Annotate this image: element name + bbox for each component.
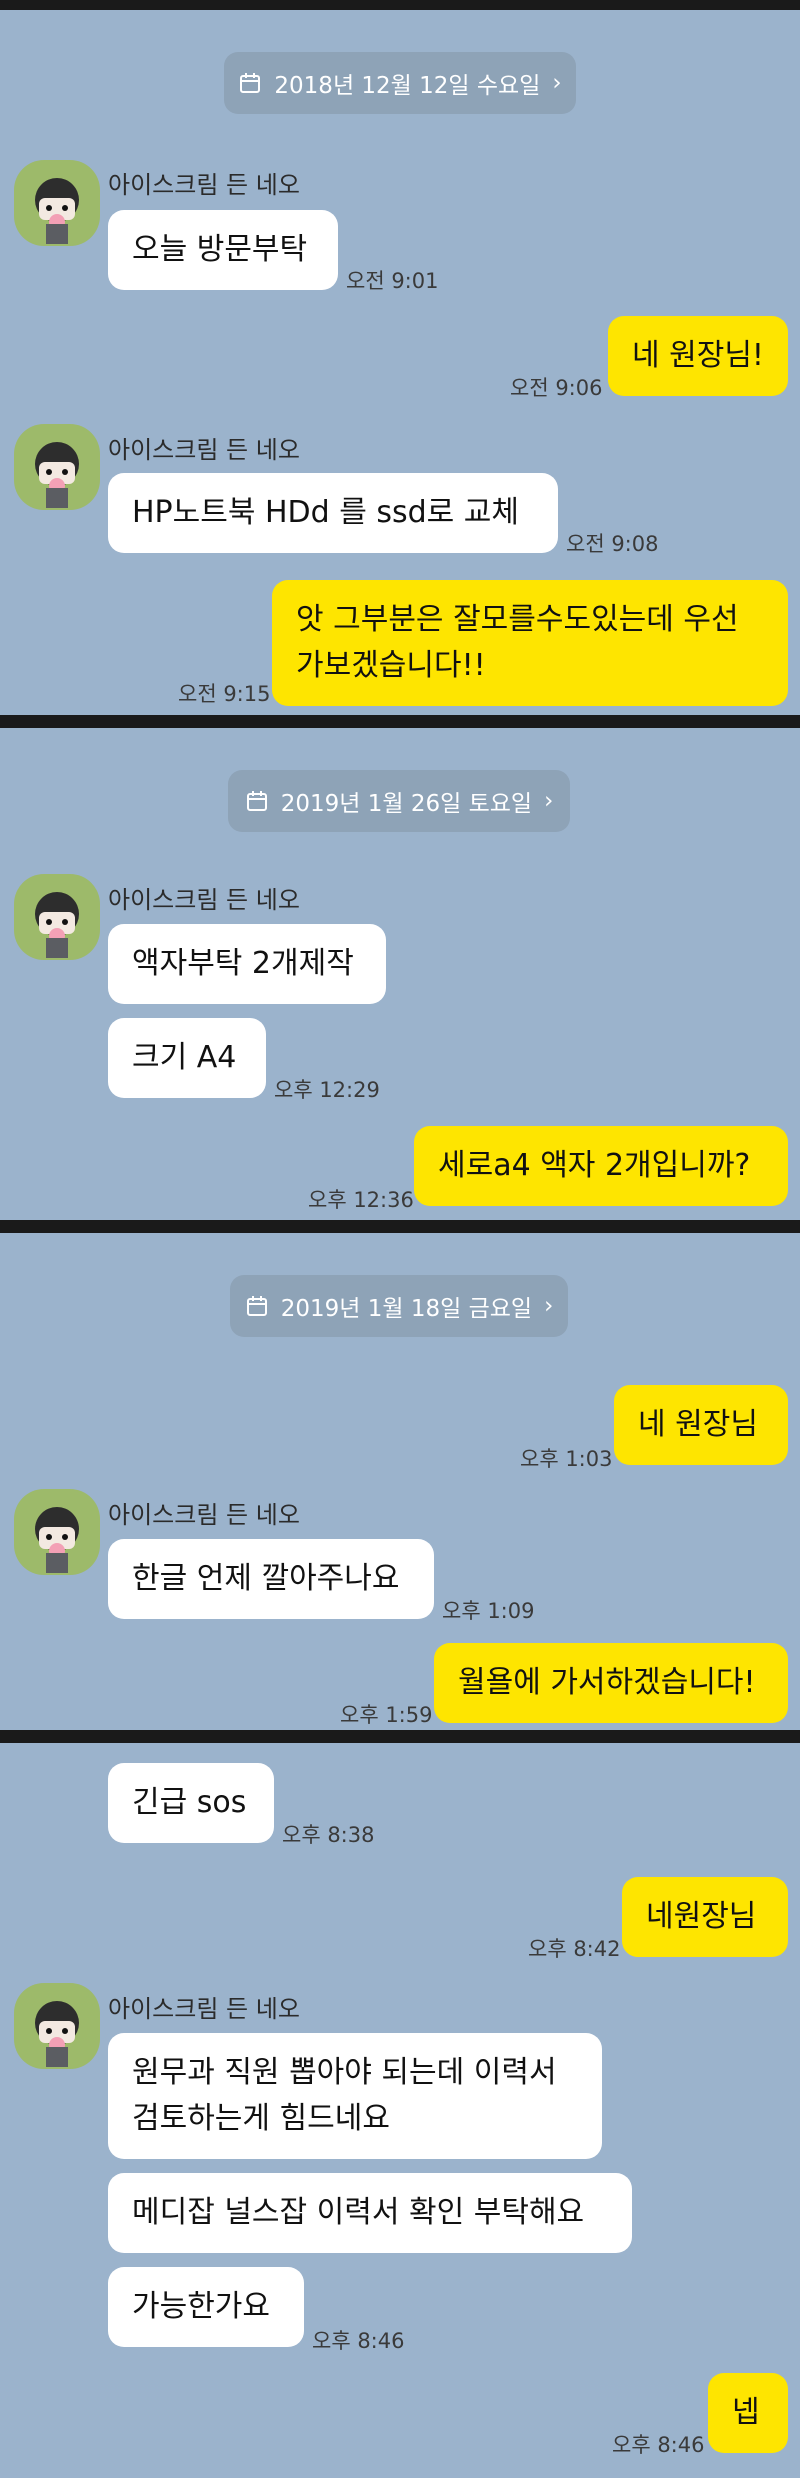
chat-panel-2: 2019년 1월 26일 토요일 › 아이스크림 든 네오 액자부탁 2개제작 … (0, 728, 800, 1220)
date-label: 2018년 12월 12일 수요일 (274, 73, 541, 99)
date-label: 2019년 1월 18일 금요일 (280, 1296, 533, 1322)
message-time: 오전 9:06 (510, 376, 603, 400)
message-bubble-incoming[interactable]: 크기 A4 (108, 1018, 266, 1098)
sender-name: 아이스크림 든 네오 (108, 886, 300, 914)
chevron-right-icon: › (544, 788, 554, 814)
message-time: 오전 9:08 (566, 532, 659, 556)
message-bubble-outgoing[interactable]: 월욜에 가서하겠습니다! (434, 1643, 788, 1723)
message-time: 오후 8:46 (612, 2433, 705, 2457)
message-time: 오후 1:59 (340, 1703, 433, 1727)
message-time: 오후 12:29 (274, 1078, 380, 1102)
avatar[interactable] (14, 1489, 100, 1575)
chat-panel-1: 2018년 12월 12일 수요일 › 아이스크림 든 네오 오늘 방문부탁 오… (0, 10, 800, 715)
sender-name: 아이스크림 든 네오 (108, 171, 300, 199)
sender-name: 아이스크림 든 네오 (108, 1501, 300, 1529)
message-bubble-incoming[interactable]: 메디잡 널스잡 이력서 확인 부탁해요 (108, 2173, 632, 2253)
calendar-icon (240, 73, 261, 93)
avatar[interactable] (14, 424, 100, 510)
neo-character-avatar (35, 892, 79, 958)
message-bubble-outgoing[interactable]: 넵 (708, 2373, 788, 2453)
message-bubble-outgoing[interactable]: 네 원장님 (614, 1385, 788, 1465)
message-bubble-incoming[interactable]: 액자부탁 2개제작 (108, 924, 386, 1004)
message-bubble-incoming[interactable]: 가능한가요 (108, 2267, 304, 2347)
neo-character-avatar (35, 2001, 79, 2067)
message-bubble-outgoing[interactable]: 앗 그부분은 잘모를수도있는데 우선 가보겠습니다!! (272, 580, 788, 706)
chevron-right-icon: › (552, 70, 562, 96)
chevron-right-icon: › (544, 1293, 554, 1319)
date-divider[interactable]: 2019년 1월 18일 금요일 › (230, 1275, 568, 1337)
message-time: 오후 12:36 (308, 1188, 414, 1212)
message-bubble-incoming[interactable]: 긴급 sos (108, 1763, 274, 1843)
message-bubble-incoming[interactable]: 오늘 방문부탁 (108, 210, 338, 290)
date-divider[interactable]: 2019년 1월 26일 토요일 › (228, 770, 570, 832)
date-divider[interactable]: 2018년 12월 12일 수요일 › (224, 52, 576, 114)
message-time: 오후 8:46 (312, 2329, 405, 2353)
message-time: 오후 8:42 (528, 1937, 621, 1961)
message-bubble-outgoing[interactable]: 세로a4 액자 2개입니까? (414, 1126, 788, 1206)
message-time: 오후 1:03 (520, 1447, 613, 1471)
message-time: 오전 9:01 (346, 269, 439, 293)
sender-name: 아이스크림 든 네오 (108, 436, 300, 464)
message-bubble-outgoing[interactable]: 네 원장님! (608, 316, 788, 396)
message-time: 오후 1:09 (442, 1599, 535, 1623)
message-time: 오전 9:15 (178, 682, 271, 706)
neo-character-avatar (35, 178, 79, 244)
calendar-icon (246, 791, 267, 811)
avatar[interactable] (14, 874, 100, 960)
calendar-icon (246, 1296, 267, 1316)
chat-panel-4: 긴급 sos 오후 8:38 네원장님 오후 8:42 아이스크림 든 네오 원… (0, 1743, 800, 2478)
sender-name: 아이스크림 든 네오 (108, 1995, 300, 2023)
neo-character-avatar (35, 442, 79, 508)
chat-panel-3: 2019년 1월 18일 금요일 › 네 원장님 오후 1:03 아이스크림 든… (0, 1233, 800, 1730)
message-bubble-incoming[interactable]: HP노트북 HDd 를 ssd로 교체 (108, 473, 558, 553)
avatar[interactable] (14, 1983, 100, 2069)
message-bubble-outgoing[interactable]: 네원장님 (622, 1877, 788, 1957)
avatar[interactable] (14, 160, 100, 246)
message-bubble-incoming[interactable]: 한글 언제 깔아주나요 (108, 1539, 434, 1619)
message-time: 오후 8:38 (282, 1823, 375, 1847)
message-bubble-incoming[interactable]: 원무과 직원 뽑아야 되는데 이력서 검토하는게 힘드네요 (108, 2033, 602, 2159)
date-label: 2019년 1월 26일 토요일 (280, 791, 533, 817)
neo-character-avatar (35, 1507, 79, 1573)
